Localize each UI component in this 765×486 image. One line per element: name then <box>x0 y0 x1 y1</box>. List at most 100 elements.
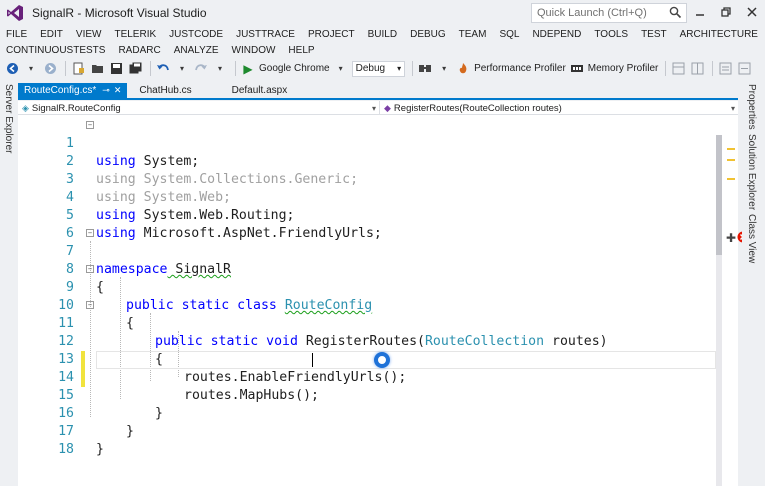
menu-help[interactable]: HELP <box>288 45 314 56</box>
code-line: 13 routes.EnableFriendlyUrls(); <box>18 333 718 385</box>
chevron-down-icon[interactable]: ▾ <box>212 61 228 77</box>
navigate-back-icon[interactable] <box>4 61 20 77</box>
menu-ndepend[interactable]: NDEPEND <box>532 29 581 40</box>
properties-tab[interactable]: Properties <box>746 84 757 130</box>
tab-routeconfig[interactable]: RouteConfig.cs* ⊸ ✕ <box>18 83 128 98</box>
menu-window[interactable]: WINDOW <box>232 45 276 56</box>
open-file-icon[interactable] <box>89 61 105 77</box>
menu-sql[interactable]: SQL <box>499 29 519 40</box>
left-tool-rail: Server Explorer <box>0 82 18 486</box>
close-icon <box>747 7 757 17</box>
scrollbar-thumb[interactable] <box>716 135 722 255</box>
menu-team[interactable]: TEAM <box>459 29 487 40</box>
toolbar-separator <box>235 61 236 76</box>
editor-navigation-bar: ◈ SignalR.RouteConfig ▾ ◆ RegisterRoutes… <box>18 101 738 115</box>
redo-icon[interactable] <box>193 61 209 77</box>
chevron-down-icon[interactable]: ▾ <box>333 61 349 77</box>
tab-label: RouteConfig.cs* <box>24 85 97 96</box>
menu-architecture[interactable]: ARCHITECTURE <box>680 29 758 40</box>
vertical-scrollbar[interactable] <box>716 135 722 486</box>
menu-row-2: CONTINUOUSTESTS RADARC ANALYZE WINDOW HE… <box>0 42 765 58</box>
solution-configuration-select[interactable]: Debug ▾ <box>351 60 406 77</box>
code-line: 17 } <box>18 405 718 457</box>
configuration-value: Debug <box>355 63 386 74</box>
chevron-down-icon: ▾ <box>730 103 735 113</box>
find-in-files-icon[interactable] <box>417 61 433 77</box>
memory-profiler-button[interactable]: Memory Profiler <box>588 63 659 74</box>
uncomment-icon[interactable] <box>736 61 752 77</box>
menu-radarc[interactable]: RADARC <box>118 45 160 56</box>
member-dropdown[interactable]: ◆ RegisterRoutes(RouteCollection routes)… <box>380 101 738 115</box>
minimize-button[interactable] <box>687 0 713 24</box>
chevron-down-icon[interactable]: ▾ <box>174 61 190 77</box>
server-explorer-tab[interactable]: Server Explorer <box>3 84 14 153</box>
menu-debug[interactable]: DEBUG <box>410 29 446 40</box>
type-dropdown[interactable]: ◈ SignalR.RouteConfig ▾ <box>18 101 380 115</box>
toolbar-separator <box>665 61 667 76</box>
class-view-tab[interactable]: Class View <box>746 214 757 263</box>
start-debugging-icon[interactable]: ▶ <box>240 61 256 77</box>
menu-file[interactable]: FILE <box>6 29 27 40</box>
code-line: 14 routes.MapHubs(); <box>18 351 718 403</box>
browser-selector[interactable]: Google Chrome <box>259 63 330 74</box>
quick-launch-placeholder: Quick Launch (Ctrl+Q) <box>537 7 647 19</box>
quick-launch-input[interactable]: Quick Launch (Ctrl+Q) <box>531 3 687 23</box>
solution-explorer-tab[interactable]: Solution Explorer <box>746 134 757 210</box>
code-line: 3 using System.Web; <box>18 153 718 205</box>
menu-justtrace[interactable]: JUSTTRACE <box>236 29 295 40</box>
menu-tools[interactable]: TOOLS <box>594 29 628 40</box>
scrollbar-warning-mark <box>727 178 735 180</box>
code-text: } <box>96 442 104 457</box>
tab-label: Default.aspx <box>231 85 288 96</box>
title-bar: SignalR - Microsoft Visual Studio Quick … <box>0 0 765 26</box>
menu-telerik[interactable]: TELERIK <box>114 29 156 40</box>
new-project-icon[interactable] <box>70 61 86 77</box>
type-dropdown-value: SignalR.RouteConfig <box>31 102 121 114</box>
save-all-icon[interactable] <box>127 61 143 77</box>
chevron-down-icon: ▾ <box>397 64 402 73</box>
menu-justcode[interactable]: JUSTCODE <box>169 29 223 40</box>
menu-continuoustests[interactable]: CONTINUOUSTESTS <box>6 45 105 56</box>
save-icon[interactable] <box>108 61 124 77</box>
chevron-down-icon[interactable]: ▾ <box>23 61 39 77</box>
code-editor[interactable]: − − − − 1 using System; 2 using System.C… <box>18 115 749 486</box>
right-tool-rail: Properties Solution Explorer Class View <box>742 82 765 486</box>
code-line: 9 public static class RouteConfig <box>18 261 718 313</box>
memory-profiler-icon[interactable] <box>569 61 585 77</box>
split-pane-icon[interactable]: ✚ <box>726 231 736 245</box>
performance-profiler-icon[interactable] <box>455 61 471 77</box>
tab-chathub[interactable]: ChatHub.cs <box>133 83 197 98</box>
menu-view[interactable]: VIEW <box>76 29 102 40</box>
tab-default-aspx[interactable]: Default.aspx <box>226 83 294 98</box>
tab-label: ChatHub.cs <box>139 85 192 96</box>
member-dropdown-value: RegisterRoutes(RouteCollection routes) <box>393 102 562 114</box>
menu-analyze[interactable]: ANALYZE <box>174 45 219 56</box>
code-line: 8 { <box>18 243 718 295</box>
code-line: 12 { <box>18 315 718 367</box>
pin-icon[interactable]: ⊸ <box>102 85 110 96</box>
chevron-down-icon[interactable]: ▾ <box>436 61 452 77</box>
navigate-forward-icon[interactable] <box>42 61 58 77</box>
performance-profiler-button[interactable]: Performance Profiler <box>474 63 566 74</box>
code-line: 10 { <box>18 279 718 331</box>
undo-icon[interactable] <box>155 61 171 77</box>
search-icon[interactable] <box>669 6 682 22</box>
method-icon: ◆ <box>384 102 391 113</box>
grid-icon[interactable] <box>689 61 705 77</box>
restore-icon <box>721 7 731 17</box>
close-button[interactable] <box>739 0 765 24</box>
menu-build[interactable]: BUILD <box>368 29 397 40</box>
menu-project[interactable]: PROJECT <box>308 29 355 40</box>
code-line: 2 using System.Collections.Generic; <box>18 135 718 187</box>
document-tab-strip: RouteConfig.cs* ⊸ ✕ ChatHub.cs Default.a… <box>18 83 738 100</box>
standard-toolbar: ▾ ▾ ▾ ▶ Google Chrome ▾ Debug ▾ ▾ Perform… <box>0 58 765 79</box>
menu-test[interactable]: TEST <box>641 29 667 40</box>
code-line: 11 public static void RegisterRoutes(Rou… <box>18 297 718 349</box>
layout-icon[interactable] <box>670 61 686 77</box>
close-icon[interactable]: ✕ <box>114 85 122 96</box>
menu-edit[interactable]: EDIT <box>40 29 63 40</box>
text-caret <box>312 353 313 367</box>
line-number: 18 <box>58 442 74 457</box>
comment-icon[interactable] <box>717 61 733 77</box>
restore-button[interactable] <box>713 0 739 24</box>
